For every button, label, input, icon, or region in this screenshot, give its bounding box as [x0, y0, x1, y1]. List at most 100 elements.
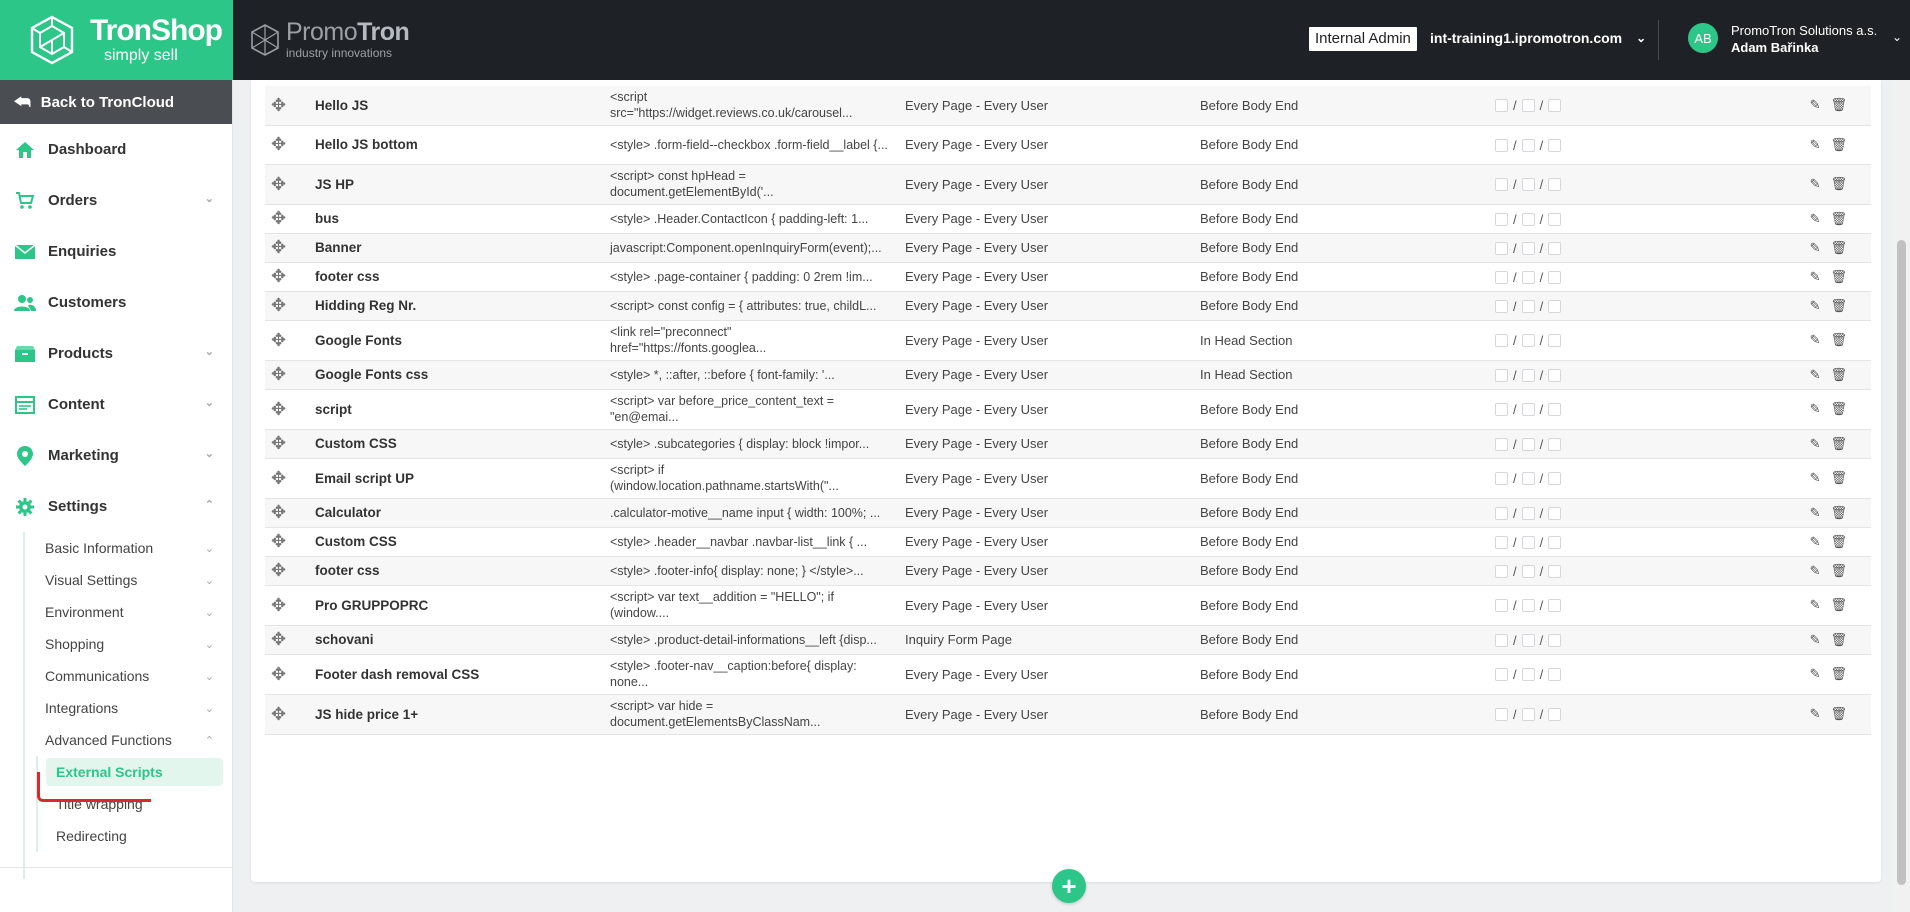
- flag-checkbox[interactable]: [1548, 472, 1562, 486]
- flag-checkbox[interactable]: [1495, 437, 1508, 451]
- user-menu[interactable]: PromoTron Solutions a.s. Adam Bařinka: [1731, 22, 1877, 56]
- drag-handle-icon[interactable]: ✥: [265, 498, 315, 527]
- settings-item-communications[interactable]: Communications ⌄: [0, 660, 232, 692]
- flag-checkbox[interactable]: [1521, 270, 1535, 284]
- sidebar-item-dashboard[interactable]: Dashboard: [0, 124, 232, 175]
- settings-item-shopping[interactable]: Shopping ⌄: [0, 628, 232, 660]
- edit-icon[interactable]: ✎: [1810, 176, 1821, 192]
- edit-icon[interactable]: ✎: [1810, 137, 1821, 153]
- internal-admin-badge[interactable]: Internal Admin: [1309, 27, 1417, 51]
- flag-checkbox[interactable]: [1548, 535, 1562, 549]
- flag-checkbox[interactable]: [1521, 668, 1535, 682]
- table-row[interactable]: ✥ Banner javascript:Component.openInquiryF…: [265, 233, 1871, 262]
- flag-checkbox[interactable]: [1495, 270, 1508, 284]
- flag-checkbox[interactable]: [1548, 99, 1562, 113]
- drag-handle-icon[interactable]: ✥: [265, 204, 315, 233]
- edit-icon[interactable]: ✎: [1810, 706, 1821, 722]
- delete-icon[interactable]: 🗑: [1830, 563, 1847, 579]
- flag-checkbox[interactable]: [1521, 506, 1535, 520]
- flag-checkbox[interactable]: [1548, 212, 1562, 226]
- flag-checkbox[interactable]: [1495, 708, 1508, 722]
- flag-checkbox[interactable]: [1495, 99, 1508, 113]
- drag-handle-icon[interactable]: ✥: [265, 694, 315, 734]
- flag-checkbox[interactable]: [1548, 403, 1562, 417]
- delete-icon[interactable]: 🗑: [1830, 597, 1847, 613]
- edit-icon[interactable]: ✎: [1810, 505, 1821, 521]
- flag-checkbox[interactable]: [1495, 506, 1508, 520]
- flag-checkbox[interactable]: [1495, 178, 1508, 192]
- table-row[interactable]: ✥ Custom CSS <style> .header__navbar .navb…: [265, 527, 1871, 556]
- delete-icon[interactable]: 🗑: [1830, 332, 1847, 348]
- flag-checkbox[interactable]: [1548, 178, 1562, 192]
- table-row[interactable]: ✥ Google Fonts <link rel="preconnect" href…: [265, 320, 1871, 360]
- flag-checkbox[interactable]: [1495, 138, 1508, 152]
- flag-checkbox[interactable]: [1548, 368, 1562, 382]
- table-row[interactable]: ✥ footer css <style> .footer-info{ display…: [265, 556, 1871, 585]
- settings-item-advanced-functions[interactable]: Advanced Functions ⌃: [0, 724, 232, 756]
- sidebar-item-products[interactable]: Products ⌄: [0, 328, 232, 379]
- flag-checkbox[interactable]: [1521, 368, 1535, 382]
- advanced-item-redirecting[interactable]: Redirecting: [0, 820, 232, 852]
- flag-checkbox[interactable]: [1521, 334, 1535, 348]
- flag-checkbox[interactable]: [1521, 99, 1535, 113]
- settings-item-integrations[interactable]: Integrations ⌄: [0, 692, 232, 724]
- drag-handle-icon[interactable]: ✥: [265, 86, 315, 125]
- sidebar-item-orders[interactable]: Orders ⌄: [0, 175, 232, 226]
- flag-checkbox[interactable]: [1521, 437, 1535, 451]
- drag-handle-icon[interactable]: ✥: [265, 585, 315, 625]
- flag-checkbox[interactable]: [1495, 334, 1508, 348]
- settings-item-visual-settings[interactable]: Visual Settings ⌄: [0, 564, 232, 596]
- flag-checkbox[interactable]: [1521, 178, 1535, 192]
- drag-handle-icon[interactable]: ✥: [265, 429, 315, 458]
- flag-checkbox[interactable]: [1521, 299, 1535, 313]
- settings-item-basic-information[interactable]: Basic Information ⌄: [0, 532, 232, 564]
- delete-icon[interactable]: 🗑: [1830, 176, 1847, 192]
- edit-icon[interactable]: ✎: [1810, 298, 1821, 314]
- table-row[interactable]: ✥ footer css <style> .page-container { pad…: [265, 262, 1871, 291]
- delete-icon[interactable]: 🗑: [1830, 269, 1847, 285]
- flag-checkbox[interactable]: [1495, 535, 1508, 549]
- drag-handle-icon[interactable]: ✥: [265, 458, 315, 498]
- sidebar-item-marketing[interactable]: Marketing ⌄: [0, 430, 232, 481]
- delete-icon[interactable]: 🗑: [1830, 666, 1847, 682]
- flag-checkbox[interactable]: [1521, 403, 1535, 417]
- flag-checkbox[interactable]: [1521, 535, 1535, 549]
- edit-icon[interactable]: ✎: [1810, 563, 1821, 579]
- edit-icon[interactable]: ✎: [1810, 632, 1821, 648]
- delete-icon[interactable]: 🗑: [1830, 240, 1847, 256]
- edit-icon[interactable]: ✎: [1810, 332, 1821, 348]
- table-row[interactable]: ✥ schovani <style> .product-detail-informa…: [265, 625, 1871, 654]
- flag-checkbox[interactable]: [1521, 138, 1535, 152]
- table-row[interactable]: ✥ Custom CSS <style> .subcategories { disp…: [265, 429, 1871, 458]
- flag-checkbox[interactable]: [1495, 403, 1508, 417]
- drag-handle-icon[interactable]: ✥: [265, 262, 315, 291]
- table-row[interactable]: ✥ Pro GRUPPOPRC <script> var text__additio…: [265, 585, 1871, 625]
- delete-icon[interactable]: 🗑: [1830, 470, 1847, 486]
- brand-logo[interactable]: TronShop simply sell: [0, 0, 233, 80]
- flag-checkbox[interactable]: [1548, 299, 1562, 313]
- flag-checkbox[interactable]: [1548, 708, 1562, 722]
- delete-icon[interactable]: 🗑: [1830, 706, 1847, 722]
- flag-checkbox[interactable]: [1548, 599, 1562, 613]
- drag-handle-icon[interactable]: ✥: [265, 291, 315, 320]
- delete-icon[interactable]: 🗑: [1830, 505, 1847, 521]
- flag-checkbox[interactable]: [1521, 633, 1535, 647]
- flag-checkbox[interactable]: [1548, 437, 1562, 451]
- flag-checkbox[interactable]: [1521, 212, 1535, 226]
- table-row[interactable]: ✥ Hidding Reg Nr. <script> const config = …: [265, 291, 1871, 320]
- flag-checkbox[interactable]: [1521, 241, 1535, 255]
- drag-handle-icon[interactable]: ✥: [265, 320, 315, 360]
- flag-checkbox[interactable]: [1495, 564, 1508, 578]
- flag-checkbox[interactable]: [1495, 212, 1508, 226]
- flag-checkbox[interactable]: [1548, 564, 1562, 578]
- drag-handle-icon[interactable]: ✥: [265, 164, 315, 204]
- flag-checkbox[interactable]: [1548, 506, 1562, 520]
- flag-checkbox[interactable]: [1521, 472, 1535, 486]
- add-script-button[interactable]: +: [1052, 869, 1086, 903]
- flag-checkbox[interactable]: [1521, 599, 1535, 613]
- delete-icon[interactable]: 🗑: [1830, 298, 1847, 314]
- delete-icon[interactable]: 🗑: [1830, 367, 1847, 383]
- sidebar-item-enquiries[interactable]: Enquiries: [0, 226, 232, 277]
- drag-handle-icon[interactable]: ✥: [265, 125, 315, 164]
- domain-selector[interactable]: int-training1.ipromotron.com ⌄: [1430, 30, 1646, 46]
